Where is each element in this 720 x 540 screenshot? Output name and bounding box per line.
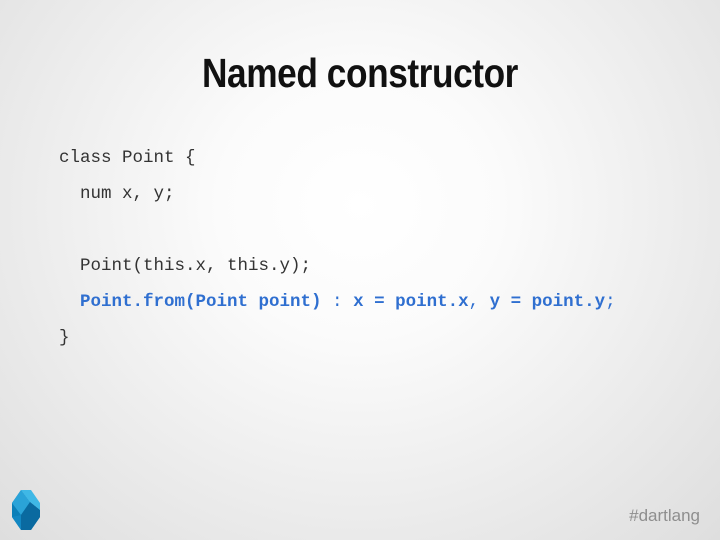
slide-title: Named constructor [202,50,518,96]
slide: Named constructor class Point { num x, y… [0,0,720,540]
code-token: : [332,292,343,312]
hashtag-label: #dartlang [629,506,700,525]
code-token: , [468,292,480,312]
code-token: x = point.x [342,292,469,312]
code-line-5-highlighted: Point.from(Point point) : x = point.x, y… [59,284,616,320]
code-line-6: } [59,328,70,348]
code-line-2: num x, y; [59,184,175,204]
code-line-1: class Point { [59,148,196,168]
code-token: ; [605,292,616,312]
code-block: class Point { num x, y; Point(this.x, th… [59,140,616,356]
code-token: Point.from(Point point) [59,292,333,312]
code-token: y = point.y [479,292,606,312]
code-line-4: Point(this.x, this.y); [59,256,312,276]
dart-logo-icon [12,490,40,530]
